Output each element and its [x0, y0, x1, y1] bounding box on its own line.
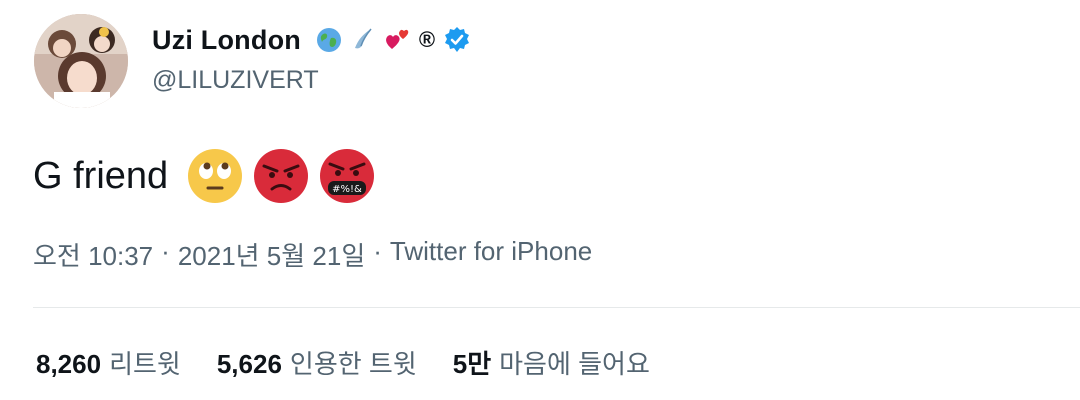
registered-icon: ®	[418, 27, 436, 52]
retweets-stat[interactable]: 8,260 리트윗	[36, 344, 181, 381]
meta-separator: ·	[373, 236, 382, 266]
stat-label: 인용한 트윗	[289, 349, 417, 379]
tweet-time[interactable]: 오전 10:37	[33, 236, 153, 273]
verified-badge-icon	[443, 26, 471, 54]
stat-count: 8,260	[36, 349, 102, 379]
likes-stat[interactable]: 5만 마음에 들어요	[453, 344, 650, 381]
stat-label: 마음에 들어요	[499, 349, 650, 379]
avatar[interactable]	[34, 14, 128, 108]
user-handle[interactable]: @LILUZIVERT	[152, 66, 319, 95]
globe-icon	[315, 26, 343, 54]
tweet-body: G friend	[33, 154, 169, 197]
divider	[33, 307, 1080, 308]
quote-tweets-stat[interactable]: 5,626 인용한 트윗	[217, 344, 417, 381]
svg-text:#%!&: #%!&	[332, 184, 362, 195]
stat-label: 리트윗	[109, 349, 181, 379]
avatar-image	[34, 14, 128, 108]
stat-count: 5만	[452, 349, 492, 379]
pouting-face-emoji	[252, 147, 310, 205]
hearts-icon	[383, 26, 411, 54]
comet-icon	[349, 26, 377, 54]
stat-count: 5,626	[216, 349, 282, 379]
tweet-text: G friend #%!&	[33, 146, 376, 206]
user-name-row: Uzi London ®	[152, 22, 471, 58]
tweet-date[interactable]: 2021년 5월 21일	[178, 236, 365, 273]
tweet-source[interactable]: Twitter for iPhone	[390, 236, 592, 273]
face-with-symbols-on-mouth-emoji: #%!&	[318, 147, 376, 205]
tweet-meta: 오전 10:37 · 2021년 5월 21일 · Twitter for iP…	[33, 236, 592, 273]
display-name[interactable]: Uzi London	[152, 25, 301, 56]
face-with-rolling-eyes-emoji	[186, 147, 244, 205]
tweet-stats: 8,260 리트윗 5,626 인용한 트윗 5만 마음에 들어요	[36, 344, 686, 381]
meta-separator: ·	[161, 236, 170, 266]
